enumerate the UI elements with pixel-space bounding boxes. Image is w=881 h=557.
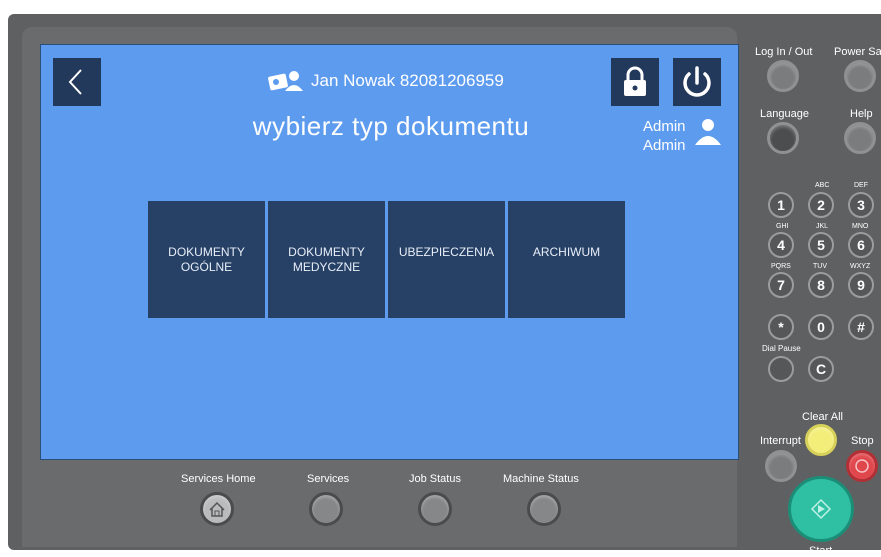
key-3[interactable]: 3 bbox=[848, 192, 874, 218]
admin-role: Admin bbox=[643, 137, 686, 154]
help-button[interactable] bbox=[844, 122, 876, 154]
key-letters: ABC bbox=[815, 182, 830, 189]
start-icon bbox=[810, 498, 832, 520]
padlock-icon bbox=[624, 66, 646, 96]
user-info: Jan Nowak 82081206959 bbox=[267, 67, 504, 95]
key-5[interactable]: 5 bbox=[808, 232, 834, 258]
clear-button[interactable]: C bbox=[808, 356, 834, 382]
key-7[interactable]: 7 bbox=[768, 272, 794, 298]
key-star[interactable]: * bbox=[768, 314, 794, 340]
key-hash[interactable]: # bbox=[848, 314, 874, 340]
person-icon bbox=[695, 119, 721, 145]
home-icon bbox=[209, 501, 225, 517]
key-letters: TUV bbox=[813, 263, 827, 270]
machine-status-button[interactable] bbox=[527, 492, 561, 526]
key-8[interactable]: 8 bbox=[808, 272, 834, 298]
key-2[interactable]: 2 bbox=[808, 192, 834, 218]
power-button[interactable] bbox=[673, 58, 721, 106]
user-name: Jan Nowak 82081206959 bbox=[311, 71, 504, 90]
admin-name: Admin bbox=[643, 118, 686, 135]
tile-label: ARCHIWUM bbox=[532, 245, 601, 259]
tile-label: DOKUMENTY bbox=[168, 245, 245, 259]
tile-archiwum[interactable]: ARCHIWUM bbox=[508, 201, 625, 318]
key-letters: DEF bbox=[854, 182, 868, 189]
machine-status-label: Machine Status bbox=[503, 473, 579, 485]
stop-label: Stop bbox=[851, 435, 874, 447]
language-label: Language bbox=[760, 108, 809, 120]
clear-all-label: Clear All bbox=[802, 411, 843, 423]
stop-icon bbox=[855, 459, 869, 473]
clear-all-button[interactable] bbox=[805, 424, 837, 456]
tile-label: DOKUMENTY bbox=[288, 245, 365, 259]
key-letters: JKL bbox=[816, 223, 829, 230]
start-label: Start bbox=[809, 545, 833, 557]
services-home-button[interactable] bbox=[200, 492, 234, 526]
language-button[interactable] bbox=[767, 122, 799, 154]
tile-ubezpieczenia[interactable]: UBEZPIECZENIA bbox=[388, 201, 505, 318]
lock-button[interactable] bbox=[611, 58, 659, 106]
tile-label: MEDYCZNE bbox=[292, 260, 361, 274]
services-button[interactable] bbox=[309, 492, 343, 526]
tile-label: UBEZPIECZENIA bbox=[398, 245, 495, 259]
key-0[interactable]: 0 bbox=[808, 314, 834, 340]
admin-label: Admin Admin bbox=[643, 117, 686, 155]
dial-pause-button[interactable] bbox=[768, 356, 794, 382]
services-label: Services bbox=[307, 473, 350, 485]
stop-button[interactable] bbox=[846, 450, 878, 482]
log-in-out-label: Log In / Out bbox=[755, 46, 813, 58]
key-letters: PQRS bbox=[771, 263, 791, 270]
id-card-user-icon bbox=[268, 71, 303, 91]
power-saver-label: Power Saver bbox=[834, 46, 881, 58]
tile-label: OGÓLNE bbox=[180, 260, 233, 274]
chevron-left-icon bbox=[68, 69, 82, 95]
job-status-label: Job Status bbox=[409, 473, 461, 485]
key-9[interactable]: 9 bbox=[848, 272, 874, 298]
key-6[interactable]: 6 bbox=[848, 232, 874, 258]
back-button[interactable] bbox=[53, 58, 101, 106]
dial-pause-label: Dial Pause bbox=[762, 344, 801, 353]
services-home-label: Services Home bbox=[181, 473, 256, 485]
key-letters: MNO bbox=[852, 223, 869, 230]
key-4[interactable]: 4 bbox=[768, 232, 794, 258]
start-button[interactable] bbox=[788, 476, 854, 542]
tile-dokumenty-medyczne[interactable]: DOKUMENTY MEDYCZNE bbox=[268, 201, 385, 318]
page-title: wybierz typ dokumentu bbox=[252, 111, 530, 141]
interrupt-button[interactable] bbox=[765, 450, 797, 482]
power-icon bbox=[683, 66, 711, 97]
log-in-out-button[interactable] bbox=[767, 60, 799, 92]
job-status-button[interactable] bbox=[418, 492, 452, 526]
touch-screen: Jan Nowak 82081206959 wybierz typ dokume… bbox=[40, 44, 739, 460]
interrupt-label: Interrupt bbox=[760, 435, 801, 447]
help-label: Help bbox=[850, 108, 873, 120]
tile-dokumenty-ogolne[interactable]: DOKUMENTY OGÓLNE bbox=[148, 201, 265, 318]
key-letters: WXYZ bbox=[850, 263, 871, 270]
key-1[interactable]: 1 bbox=[768, 192, 794, 218]
key-letters: GHI bbox=[776, 223, 789, 230]
power-saver-button[interactable] bbox=[844, 60, 876, 92]
